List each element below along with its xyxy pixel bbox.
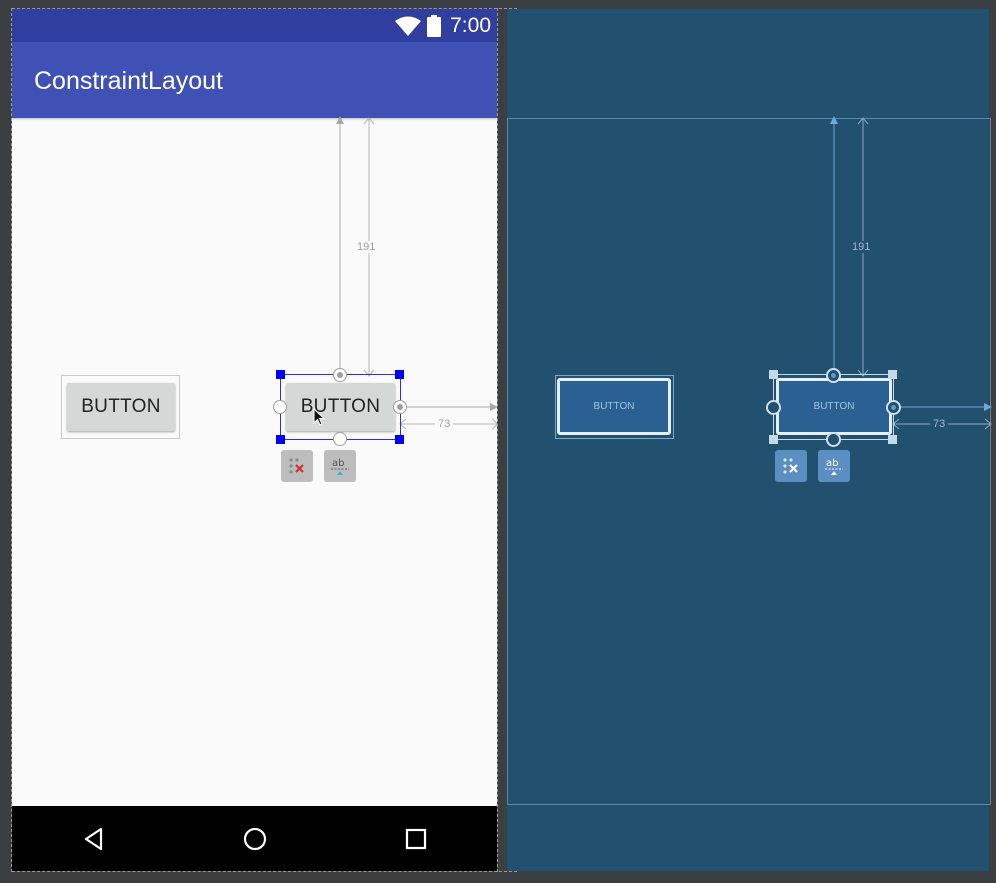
blueprint-clear-constraints-button[interactable]: [775, 450, 807, 482]
blueprint-margin-top-label: 191: [849, 241, 874, 253]
baseline-icon: ab: [825, 458, 843, 475]
blueprint-resize-handle-top-left[interactable]: [769, 370, 778, 379]
blueprint-anchor-left[interactable]: [766, 400, 781, 415]
blueprint-margin-right-label: 73: [930, 418, 949, 430]
blueprint-anchor-bottom[interactable]: [826, 432, 841, 447]
blueprint-constraint-lines: [830, 116, 992, 430]
blueprint-anchor-right[interactable]: [886, 400, 901, 415]
blueprint-baseline-button[interactable]: ab: [818, 450, 850, 482]
blueprint-resize-handle-bottom-right[interactable]: [888, 435, 897, 444]
blueprint-resize-handle-bottom-left[interactable]: [769, 435, 778, 444]
clear-constraints-icon: [783, 458, 798, 474]
blueprint-button-left[interactable]: BUTTON: [557, 378, 671, 435]
blueprint-selection-box: [773, 374, 894, 440]
svg-text:ab: ab: [826, 458, 838, 469]
blueprint-anchor-top[interactable]: [826, 368, 841, 383]
blueprint-resize-handle-top-right[interactable]: [888, 370, 897, 379]
